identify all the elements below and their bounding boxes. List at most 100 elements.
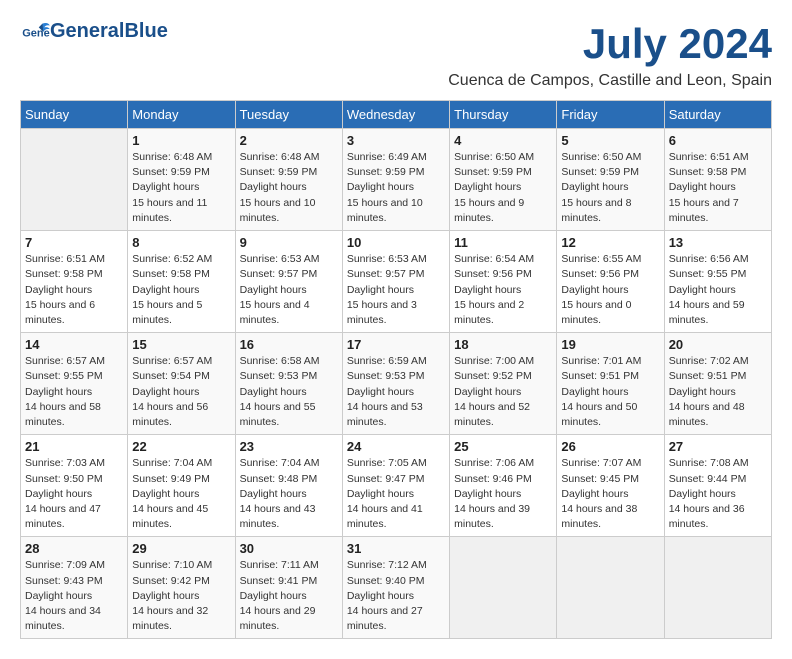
calendar-cell: 10 Sunrise: 6:53 AMSunset: 9:57 PMDayligh… <box>342 231 449 333</box>
day-number: 24 <box>347 439 445 454</box>
calendar-cell: 8 Sunrise: 6:52 AMSunset: 9:58 PMDaylight… <box>128 231 235 333</box>
day-number: 17 <box>347 337 445 352</box>
day-info: Sunrise: 6:53 AMSunset: 9:57 PMDaylight … <box>240 252 338 328</box>
calendar-cell <box>664 537 771 639</box>
day-info: Sunrise: 6:57 AMSunset: 9:54 PMDaylight … <box>132 354 230 430</box>
calendar-cell: 12 Sunrise: 6:55 AMSunset: 9:56 PMDayligh… <box>557 231 664 333</box>
calendar-cell: 30 Sunrise: 7:11 AMSunset: 9:41 PMDayligh… <box>235 537 342 639</box>
calendar-cell <box>557 537 664 639</box>
day-number: 15 <box>132 337 230 352</box>
day-info: Sunrise: 7:04 AMSunset: 9:48 PMDaylight … <box>240 456 338 532</box>
day-info: Sunrise: 6:59 AMSunset: 9:53 PMDaylight … <box>347 354 445 430</box>
day-info: Sunrise: 7:12 AMSunset: 9:40 PMDaylight … <box>347 558 445 634</box>
calendar-cell: 14 Sunrise: 6:57 AMSunset: 9:55 PMDayligh… <box>21 333 128 435</box>
title-section: July 2024 <box>583 20 772 68</box>
day-info: Sunrise: 7:04 AMSunset: 9:49 PMDaylight … <box>132 456 230 532</box>
calendar-cell <box>450 537 557 639</box>
day-info: Sunrise: 6:53 AMSunset: 9:57 PMDaylight … <box>347 252 445 328</box>
day-info: Sunrise: 6:50 AMSunset: 9:59 PMDaylight … <box>454 150 552 226</box>
logo-general: GeneralBlue <box>50 20 168 42</box>
day-number: 29 <box>132 541 230 556</box>
day-number: 10 <box>347 235 445 250</box>
day-info: Sunrise: 6:51 AMSunset: 9:58 PMDaylight … <box>669 150 767 226</box>
header-sunday: Sunday <box>21 101 128 129</box>
day-info: Sunrise: 6:48 AMSunset: 9:59 PMDaylight … <box>240 150 338 226</box>
calendar-cell: 3 Sunrise: 6:49 AMSunset: 9:59 PMDaylight… <box>342 129 449 231</box>
day-number: 9 <box>240 235 338 250</box>
calendar-cell: 21Sunrise: 7:03 AMSunset: 9:50 PMDayligh… <box>21 435 128 537</box>
day-info: Sunrise: 6:50 AMSunset: 9:59 PMDaylight … <box>561 150 659 226</box>
month-title: July 2024 <box>583 20 772 68</box>
calendar-cell: 31Sunrise: 7:12 AMSunset: 9:40 PMDayligh… <box>342 537 449 639</box>
day-info: Sunrise: 7:05 AMSunset: 9:47 PMDaylight … <box>347 456 445 532</box>
logo-icon: General <box>22 20 50 42</box>
day-number: 14 <box>25 337 123 352</box>
day-number: 26 <box>561 439 659 454</box>
day-number: 5 <box>561 133 659 148</box>
header: General GeneralBlue July 2024 <box>20 20 772 68</box>
day-number: 12 <box>561 235 659 250</box>
calendar-cell: 27 Sunrise: 7:08 AMSunset: 9:44 PMDayligh… <box>664 435 771 537</box>
day-number: 18 <box>454 337 552 352</box>
page-container: General GeneralBlue July 2024 Cuenca de … <box>20 20 772 639</box>
logo: General GeneralBlue <box>20 20 168 42</box>
day-number: 27 <box>669 439 767 454</box>
header-friday: Friday <box>557 101 664 129</box>
day-info: Sunrise: 7:08 AMSunset: 9:44 PMDaylight … <box>669 456 767 532</box>
day-info: Sunrise: 7:10 AMSunset: 9:42 PMDaylight … <box>132 558 230 634</box>
header-wednesday: Wednesday <box>342 101 449 129</box>
day-info: Sunrise: 6:55 AMSunset: 9:56 PMDaylight … <box>561 252 659 328</box>
calendar-cell: 22 Sunrise: 7:04 AMSunset: 9:49 PMDayligh… <box>128 435 235 537</box>
calendar-table: Sunday Monday Tuesday Wednesday Thursday… <box>20 100 772 639</box>
day-number: 8 <box>132 235 230 250</box>
calendar-week-3: 14 Sunrise: 6:57 AMSunset: 9:55 PMDayligh… <box>21 333 772 435</box>
day-number: 7 <box>25 235 123 250</box>
day-info: Sunrise: 7:00 AMSunset: 9:52 PMDaylight … <box>454 354 552 430</box>
calendar-cell: 6 Sunrise: 6:51 AMSunset: 9:58 PMDaylight… <box>664 129 771 231</box>
day-info: Sunrise: 6:56 AMSunset: 9:55 PMDaylight … <box>669 252 767 328</box>
day-number: 23 <box>240 439 338 454</box>
day-info: Sunrise: 6:49 AMSunset: 9:59 PMDaylight … <box>347 150 445 226</box>
calendar-cell: 9 Sunrise: 6:53 AMSunset: 9:57 PMDaylight… <box>235 231 342 333</box>
day-number: 30 <box>240 541 338 556</box>
day-number: 13 <box>669 235 767 250</box>
calendar-cell: 29 Sunrise: 7:10 AMSunset: 9:42 PMDayligh… <box>128 537 235 639</box>
location-subtitle: Cuenca de Campos, Castille and Leon, Spa… <box>20 72 772 90</box>
calendar-cell: 20Sunrise: 7:02 AMSunset: 9:51 PMDayligh… <box>664 333 771 435</box>
header-tuesday: Tuesday <box>235 101 342 129</box>
calendar-cell: 19 Sunrise: 7:01 AMSunset: 9:51 PMDayligh… <box>557 333 664 435</box>
day-info: Sunrise: 7:07 AMSunset: 9:45 PMDaylight … <box>561 456 659 532</box>
day-number: 6 <box>669 133 767 148</box>
calendar-cell: 4 Sunrise: 6:50 AMSunset: 9:59 PMDaylight… <box>450 129 557 231</box>
day-info: Sunrise: 6:51 AMSunset: 9:58 PMDaylight … <box>25 252 123 328</box>
calendar-cell: 24 Sunrise: 7:05 AMSunset: 9:47 PMDayligh… <box>342 435 449 537</box>
day-info: Sunrise: 7:02 AMSunset: 9:51 PMDaylight … <box>669 354 767 430</box>
day-number: 25 <box>454 439 552 454</box>
calendar-cell: 23 Sunrise: 7:04 AMSunset: 9:48 PMDayligh… <box>235 435 342 537</box>
day-number: 16 <box>240 337 338 352</box>
day-number: 4 <box>454 133 552 148</box>
day-number: 28 <box>25 541 123 556</box>
day-info: Sunrise: 6:52 AMSunset: 9:58 PMDaylight … <box>132 252 230 328</box>
day-info: Sunrise: 7:06 AMSunset: 9:46 PMDaylight … <box>454 456 552 532</box>
day-number: 19 <box>561 337 659 352</box>
day-number: 2 <box>240 133 338 148</box>
calendar-cell: 16 Sunrise: 6:58 AMSunset: 9:53 PMDayligh… <box>235 333 342 435</box>
calendar-cell <box>21 129 128 231</box>
header-saturday: Saturday <box>664 101 771 129</box>
calendar-cell: 28Sunrise: 7:09 AMSunset: 9:43 PMDayligh… <box>21 537 128 639</box>
calendar-cell: 7 Sunrise: 6:51 AMSunset: 9:58 PMDaylight… <box>21 231 128 333</box>
day-info: Sunrise: 7:01 AMSunset: 9:51 PMDaylight … <box>561 354 659 430</box>
day-info: Sunrise: 6:58 AMSunset: 9:53 PMDaylight … <box>240 354 338 430</box>
day-number: 3 <box>347 133 445 148</box>
calendar-cell: 18 Sunrise: 7:00 AMSunset: 9:52 PMDayligh… <box>450 333 557 435</box>
calendar-cell: 11Sunrise: 6:54 AMSunset: 9:56 PMDayligh… <box>450 231 557 333</box>
day-info: Sunrise: 6:48 AMSunset: 9:59 PMDaylight … <box>132 150 230 226</box>
day-info: Sunrise: 6:57 AMSunset: 9:55 PMDaylight … <box>25 354 123 430</box>
day-info: Sunrise: 7:11 AMSunset: 9:41 PMDaylight … <box>240 558 338 634</box>
day-number: 22 <box>132 439 230 454</box>
calendar-week-1: 1 Sunrise: 6:48 AMSunset: 9:59 PMDaylight… <box>21 129 772 231</box>
calendar-week-2: 7 Sunrise: 6:51 AMSunset: 9:58 PMDaylight… <box>21 231 772 333</box>
calendar-cell: 17 Sunrise: 6:59 AMSunset: 9:53 PMDayligh… <box>342 333 449 435</box>
day-number: 1 <box>132 133 230 148</box>
